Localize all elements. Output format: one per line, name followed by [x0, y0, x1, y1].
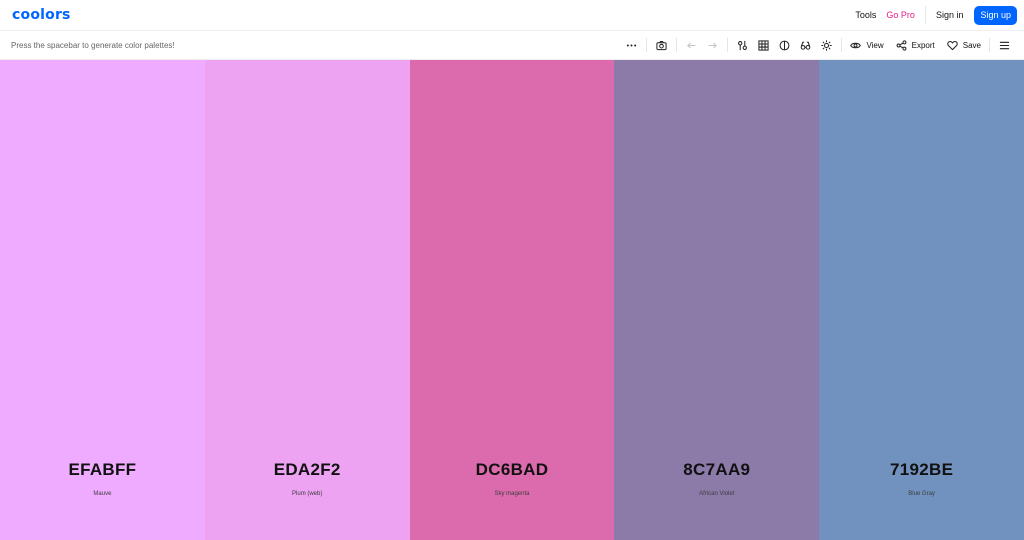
color-name: Mauve [93, 491, 112, 497]
toolbar-divider [989, 38, 990, 52]
color-swatch[interactable]: 7192BE Blue Gray [819, 60, 1024, 540]
menu-icon[interactable] [994, 31, 1015, 59]
view-label: View [866, 40, 884, 50]
save-label: Save [962, 40, 981, 50]
undo-icon[interactable] [681, 31, 702, 59]
toolbar-divider [841, 38, 843, 52]
top-nav-links: Tools Go Pro Sign in Sign up [841, 0, 1017, 30]
contrast-icon[interactable] [774, 31, 795, 59]
color-hex-code[interactable]: EFABFF [0, 460, 205, 480]
spacebar-hint: Press the spacebar to generate color pal… [11, 40, 175, 50]
share-icon [896, 39, 907, 51]
grid-icon[interactable] [753, 31, 774, 59]
visualize-icon[interactable] [795, 31, 816, 59]
color-palette: EFABFF Mauve EDA2F2 Plum (web) DC6BAD Sk… [0, 60, 1024, 540]
more-options-icon[interactable] [621, 31, 642, 59]
coolors-logo[interactable]: coolors [12, 7, 71, 23]
color-swatch[interactable]: EDA2F2 Plum (web) [204, 60, 410, 540]
toolbar-actions: View Export Save [621, 31, 1015, 59]
color-name: Plum (web) [292, 491, 323, 497]
sign-up-button[interactable]: Sign up [974, 5, 1017, 25]
color-swatch[interactable]: 8C7AA9 African Violet [614, 60, 820, 540]
color-hex-code[interactable]: EDA2F2 [205, 460, 410, 480]
eye-icon [850, 42, 862, 48]
color-hex-code[interactable]: 7192BE [819, 460, 1024, 480]
view-button[interactable]: View [846, 31, 887, 59]
top-navbar: coolors Tools Go Pro Sign in Sign up [0, 0, 1024, 31]
camera-icon[interactable] [651, 31, 672, 59]
adjust-palette-icon[interactable] [732, 31, 753, 59]
save-button[interactable]: Save [943, 31, 985, 59]
sign-in-link[interactable]: Sign in [936, 10, 964, 20]
color-name: Sky magenta [494, 491, 530, 497]
quick-view-icon[interactable] [816, 31, 837, 59]
tools-link[interactable]: Tools [855, 10, 876, 20]
go-pro-link[interactable]: Go Pro [886, 10, 915, 20]
toolbar-divider [646, 38, 648, 52]
toolbar-divider [676, 38, 678, 52]
redo-icon[interactable] [702, 31, 723, 59]
export-label: Export [911, 40, 935, 50]
generator-toolbar: Press the spacebar to generate color pal… [0, 31, 1024, 60]
color-swatch[interactable]: EFABFF Mauve [0, 60, 205, 540]
toolbar-divider [727, 38, 729, 52]
color-hex-code[interactable]: 8C7AA9 [614, 460, 819, 480]
heart-icon [947, 40, 958, 50]
color-hex-code[interactable]: DC6BAD [410, 460, 615, 480]
color-name: African Violet [699, 491, 735, 497]
export-button[interactable]: Export [892, 31, 939, 59]
nav-divider [924, 6, 926, 24]
color-swatch[interactable]: DC6BAD Sky magenta [409, 60, 615, 540]
color-name: Blue Gray [908, 491, 935, 497]
